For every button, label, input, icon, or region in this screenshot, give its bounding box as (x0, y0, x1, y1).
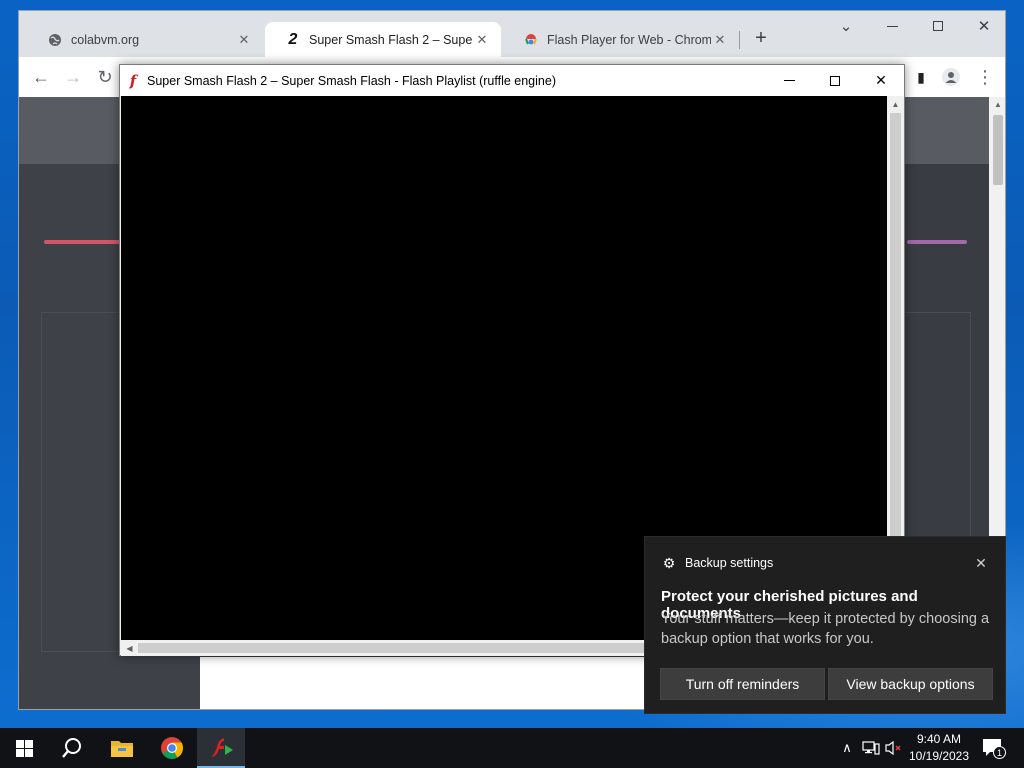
tab-separator (739, 31, 740, 49)
chrome-taskbar-button[interactable] (148, 728, 196, 768)
flash-title-bar[interactable]: f Super Smash Flash 2 – Super Smash Flas… (120, 65, 904, 96)
close-icon[interactable]: ✕ (971, 553, 991, 573)
tab-flash-player-web[interactable]: Flash Player for Web - Chrome W ✕ (503, 22, 739, 57)
chevron-up-icon[interactable]: ∧ (837, 738, 857, 758)
close-window-button[interactable]: ✕ (858, 65, 904, 96)
system-clock[interactable]: 9:40 AM 10/19/2023 (906, 731, 972, 765)
volume-muted-icon[interactable] (884, 738, 904, 758)
chrome-webstore-icon (523, 32, 539, 48)
scrollbar-thumb[interactable] (993, 115, 1003, 185)
new-tab-button[interactable]: + (749, 26, 773, 50)
toast-header: ⚙ Backup settings (661, 554, 774, 571)
profile-icon[interactable] (937, 63, 965, 91)
menu-icon[interactable]: ⋮ (971, 63, 999, 91)
forward-button[interactable]: → (59, 63, 87, 91)
gear-icon: ⚙ (662, 554, 676, 571)
view-backup-options-button[interactable]: View backup options (828, 668, 993, 700)
tab-title: colabvm.org (71, 32, 140, 47)
action-center-button[interactable]: 1 (980, 736, 1010, 760)
search-icon (62, 738, 81, 758)
tab-colabvm[interactable]: colabvm.org ✕ (27, 22, 263, 57)
flash-player-taskbar-button[interactable] (197, 728, 245, 768)
tab-title: Flash Player for Web - Chrome W (547, 32, 711, 47)
clock-date: 10/19/2023 (908, 749, 970, 763)
tab-super-smash-flash[interactable]: 2 Super Smash Flash 2 – Super Sm ✕ (265, 22, 501, 57)
tab-strip: colabvm.org ✕ 2 Super Smash Flash 2 – Su… (19, 11, 1005, 57)
search-button[interactable] (48, 728, 96, 768)
minimize-button[interactable] (766, 65, 812, 96)
flash-logo-icon: f (129, 71, 137, 90)
reload-button[interactable]: ↻ (91, 63, 119, 91)
close-icon[interactable]: ✕ (235, 31, 253, 49)
file-explorer-button[interactable] (98, 728, 146, 768)
back-button[interactable]: ← (27, 63, 55, 91)
scroll-left-icon[interactable]: ◀ (121, 640, 138, 656)
page-accent-bar (907, 240, 967, 244)
maximize-button[interactable] (915, 11, 961, 41)
scroll-up-icon[interactable]: ▲ (887, 96, 904, 113)
network-icon[interactable] (861, 738, 881, 758)
globe-icon (47, 32, 63, 48)
page-accent-bar (44, 240, 124, 244)
minimize-button[interactable] (869, 11, 915, 41)
maximize-button[interactable] (812, 65, 858, 96)
side-panel-icon[interactable]: ▮ (907, 63, 935, 91)
close-window-button[interactable]: ✕ (961, 11, 1005, 41)
ssf2-logo-icon: 2 (288, 30, 298, 48)
flash-player-icon (212, 738, 233, 757)
start-button[interactable] (0, 728, 48, 768)
clock-time: 9:40 AM (916, 732, 962, 746)
taskbar: ∧ 9:40 AM 10/19/2023 1 (0, 728, 1024, 768)
windows-logo-icon (15, 739, 33, 757)
folder-icon (111, 741, 133, 757)
toast-app-name: Backup settings (685, 556, 774, 570)
turn-off-reminders-button[interactable]: Turn off reminders (660, 668, 825, 700)
flash-window-title: Super Smash Flash 2 – Super Smash Flash … (147, 73, 556, 88)
close-icon[interactable]: ✕ (473, 31, 491, 49)
backup-notification-toast: ⚙ Backup settings ✕ Protect your cherish… (644, 536, 1006, 714)
close-icon[interactable]: ✕ (711, 31, 729, 49)
toast-body: Your stuff matters—keep it protected by … (661, 611, 990, 647)
tab-title: Super Smash Flash 2 – Super Sm (309, 32, 473, 47)
chrome-icon (161, 737, 183, 759)
notification-count-badge: 1 (993, 746, 1006, 759)
tab-search-icon[interactable]: ⌄ (823, 11, 869, 41)
scroll-up-icon[interactable]: ▲ (993, 100, 1003, 109)
